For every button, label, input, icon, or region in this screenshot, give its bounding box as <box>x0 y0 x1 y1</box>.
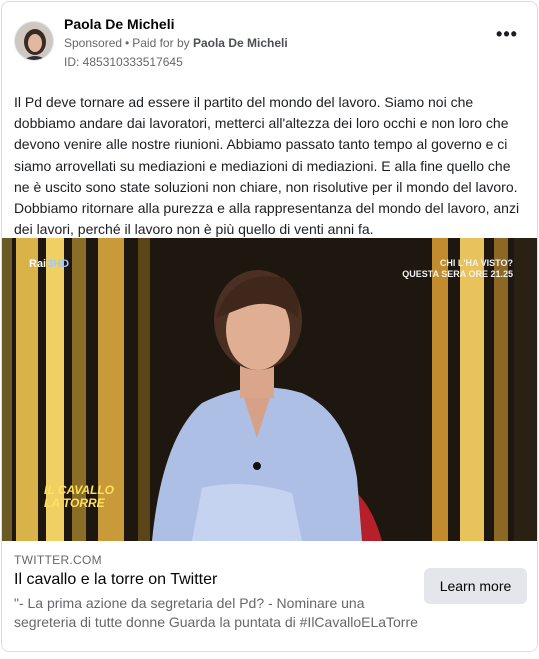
avatar[interactable] <box>14 21 54 61</box>
promo-line-2: QUESTA SERA ORE 21.25 <box>402 269 513 279</box>
ad-card: Paola De Micheli Sponsored • Paid for by P… <box>1 1 538 652</box>
sponsored-line: Sponsored • Paid for by Paola De Micheli <box>64 36 288 50</box>
paid-for-prefix: Paid for by <box>132 36 190 50</box>
sponsored-label: Sponsored <box>64 36 123 50</box>
show-logo: IL CAVALLO LA TORRE <box>44 484 114 510</box>
learn-more-button[interactable]: Learn more <box>424 568 527 604</box>
link-description-line-1: "- La prima azione da segretaria del Pd?… <box>14 595 365 611</box>
channel-number: 3HD <box>47 258 70 270</box>
author-name[interactable]: Paola De Micheli <box>64 16 174 32</box>
link-description: "- La prima azione da segretaria del Pd?… <box>14 594 419 634</box>
more-options-icon[interactable]: ••• <box>495 25 519 48</box>
link-description-line-2: segreteria di tutte donne Guarda la punt… <box>14 614 418 630</box>
channel-logo-text: Rai <box>29 258 47 270</box>
payer-name[interactable]: Paola De Micheli <box>193 36 288 50</box>
link-title[interactable]: Il cavallo e la torre on Twitter <box>14 571 217 589</box>
promo-line-1: CHI L'HA VISTO? <box>439 258 513 268</box>
channel-logo: Rai3HD <box>29 258 69 270</box>
link-domain: TWITTER.COM <box>14 553 102 567</box>
post-header: Paola De Micheli Sponsored • Paid for by P… <box>14 14 525 74</box>
link-preview[interactable]: TWITTER.COM Il cavallo e la torre on Twi… <box>2 541 537 651</box>
ad-id: ID: 485310333517645 <box>64 55 183 69</box>
promo-overlay: CHI L'HA VISTO? QUESTA SERA ORE 21.25 <box>402 258 513 280</box>
post-text: Il Pd deve tornare ad essere il partito … <box>14 94 520 238</box>
post-image[interactable]: Rai3HD CHI L'HA VISTO? QUESTA SERA ORE 2… <box>2 238 537 541</box>
separator: • <box>125 36 130 50</box>
show-logo-line-2: LA TORRE <box>44 496 105 510</box>
